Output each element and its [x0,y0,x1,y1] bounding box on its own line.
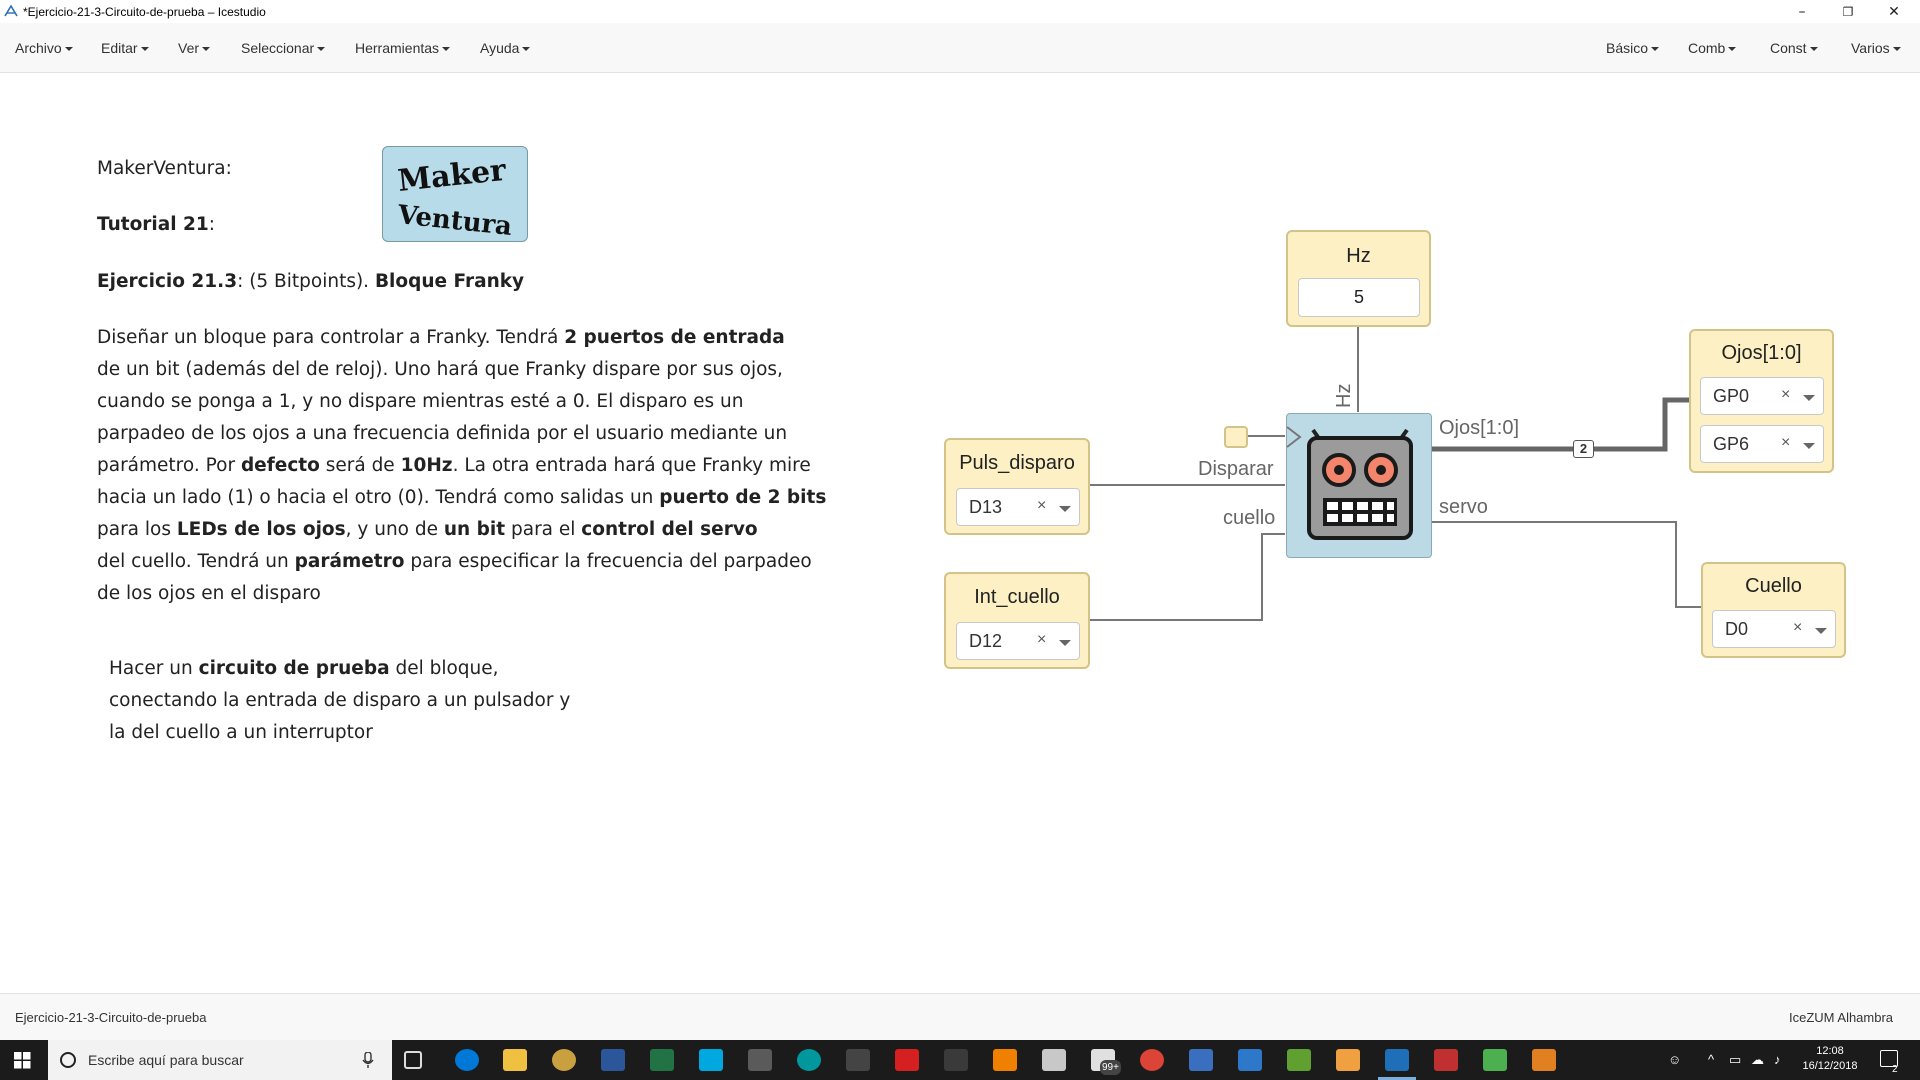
dropdown-icon[interactable] [1803,443,1815,449]
onedrive-icon[interactable]: ☁ [1751,1052,1764,1067]
edge-icon[interactable] [455,1049,479,1071]
clear-icon[interactable]: × [1037,631,1046,649]
clock-time: 12:08 [1816,1045,1844,1057]
notepad-icon[interactable] [1483,1049,1507,1071]
port-label-disparar: Disparar [1198,458,1274,480]
fritzing-icon[interactable] [895,1049,919,1071]
output-block-cuello[interactable]: Cuello D0 × [1701,562,1846,658]
bus-width-badge: 2 [1573,440,1594,458]
excel-icon[interactable] [650,1049,674,1071]
wire-cuello [1090,533,1285,621]
task-view-icon[interactable] [404,1051,422,1069]
input-block-puls-disparo[interactable]: Puls_disparo D13 × [944,438,1090,535]
windows-taskbar: Escribe aquí para buscar 99+ ☺ ^ ▭ ☁ ♪ 1… [0,1040,1920,1080]
taskbar-search-box[interactable]: Escribe aquí para buscar [48,1040,392,1080]
clear-icon[interactable]: × [1037,497,1046,515]
vscode-icon[interactable] [1238,1049,1262,1071]
status-file-name: Ejercicio-21-3-Circuito-de-prueba [15,1010,207,1025]
icestudio-taskbar-icon[interactable] [1385,1049,1409,1071]
vlc-icon[interactable] [993,1049,1017,1071]
app-icon[interactable] [944,1049,968,1071]
status-bar: Ejercicio-21-3-Circuito-de-prueba IceZUM… [0,993,1920,1040]
word-icon[interactable] [601,1049,625,1071]
windows-start-icon[interactable] [14,1052,31,1069]
notification-count: 2 [1892,1064,1898,1075]
input-block-int-cuello[interactable]: Int_cuello D12 × [944,572,1090,669]
chevron-up-icon[interactable]: ^ [1708,1052,1714,1067]
clear-icon[interactable]: × [1793,619,1802,637]
file-explorer-icon[interactable] [503,1049,527,1071]
status-board-name[interactable]: IceZUM Alhambra [1789,1010,1893,1025]
franky-robot-icon [1307,428,1413,540]
pin-select[interactable]: D13 × [956,488,1080,526]
clock-triangle-icon [1286,426,1302,448]
output-label: Ojos[1:0] [1721,342,1802,364]
pin-select[interactable]: D0 × [1712,610,1836,648]
ccleaner-icon[interactable] [699,1049,723,1071]
app-icon[interactable] [1336,1049,1360,1071]
input-label: Puls_disparo [959,452,1075,474]
search-placeholder: Escribe aquí para buscar [88,1052,244,1068]
taskbar-clock[interactable]: 12:08 16/12/2018 [1798,1044,1862,1074]
arduino-icon[interactable] [797,1049,821,1071]
param-block-hz[interactable]: Hz 5 [1286,230,1431,327]
people-icon[interactable]: ☺ [1668,1052,1681,1067]
port-label-ojos: Ojos[1:0] [1439,417,1520,439]
port-label-hz: Hz [1333,383,1355,408]
input-label: Int_cuello [974,586,1060,608]
inkscape-icon[interactable] [846,1049,870,1071]
circuit-wires [1090,326,1701,621]
pin-select[interactable]: GP0 × [1700,377,1824,415]
output-label: Cuello [1745,575,1802,597]
port-label-servo: servo [1439,496,1488,518]
app-icon[interactable] [1189,1049,1213,1071]
network-icon[interactable]: ▭ [1729,1052,1741,1067]
app-icon[interactable] [1434,1049,1458,1071]
app-icon[interactable] [1287,1049,1311,1071]
clock-date: 16/12/2018 [1802,1060,1858,1072]
dropdown-icon[interactable] [1059,640,1071,646]
app-icon[interactable] [1532,1049,1556,1071]
wire-servo [1432,521,1701,608]
chrome-icon[interactable] [1140,1049,1164,1071]
icestudio-window: *Ejercicio-21-3-Circuito-de-prueba – Ice… [0,0,1920,1080]
dropdown-icon[interactable] [1803,395,1815,401]
franky-block[interactable] [1286,413,1432,558]
clock-connector[interactable] [1224,426,1248,448]
pin-select[interactable]: GP6 × [1700,425,1824,463]
param-value-input[interactable]: 5 [1298,278,1420,317]
app-icon[interactable] [748,1049,772,1071]
app-icon[interactable] [552,1049,576,1071]
clear-icon[interactable]: × [1781,434,1790,452]
pin-select[interactable]: D12 × [956,622,1080,660]
dropdown-icon[interactable] [1059,506,1071,512]
volume-icon[interactable]: ♪ [1774,1052,1781,1067]
mail-badge: 99+ [1100,1060,1121,1075]
clear-icon[interactable]: × [1781,386,1790,404]
port-label-cuello: cuello [1223,507,1276,529]
microphone-icon[interactable] [362,1052,374,1069]
cortana-icon [60,1052,76,1068]
output-block-ojos[interactable]: Ojos[1:0] GP0 × GP6 × [1689,329,1834,473]
dropdown-icon[interactable] [1815,628,1827,634]
calculator-icon[interactable] [1042,1049,1066,1071]
param-label: Hz [1346,245,1371,267]
